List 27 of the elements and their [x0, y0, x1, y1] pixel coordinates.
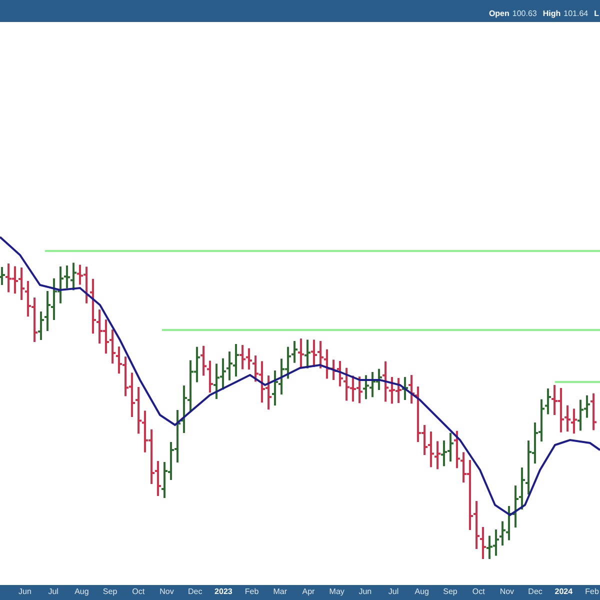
axis-label: Jun	[358, 587, 372, 596]
axis-label: Jul	[48, 587, 58, 596]
axis-label: Dec	[188, 587, 202, 596]
quote-value: 101.64	[564, 8, 588, 18]
axis-label: May	[329, 587, 344, 596]
axis-label: Sep	[443, 587, 458, 596]
quote-label: High	[542, 8, 561, 18]
axis-label: Nov	[500, 587, 514, 596]
axis-label: Sep	[102, 587, 118, 596]
resistance-line	[555, 381, 600, 383]
axis-label: Dec	[528, 587, 542, 596]
axis-label: Feb	[585, 587, 599, 596]
axis-label: Nov	[160, 587, 174, 596]
axis-label: Aug	[74, 587, 89, 596]
quote-value: 100.63	[512, 8, 537, 18]
quote-label: Open	[488, 8, 510, 18]
axis-label: Jun	[18, 587, 32, 596]
axis-label: Oct	[132, 587, 145, 596]
axis-label: Mar	[273, 587, 288, 596]
axis-label: Aug	[414, 587, 429, 596]
axis-label: Feb	[244, 587, 259, 596]
axis-label: 2024	[554, 587, 573, 596]
quote-label: L	[594, 8, 599, 18]
axis-label: Oct	[472, 587, 485, 596]
axis-label: Jul	[388, 587, 399, 596]
axis-label: Apr	[302, 587, 315, 596]
axis-label: 2023	[214, 587, 232, 596]
